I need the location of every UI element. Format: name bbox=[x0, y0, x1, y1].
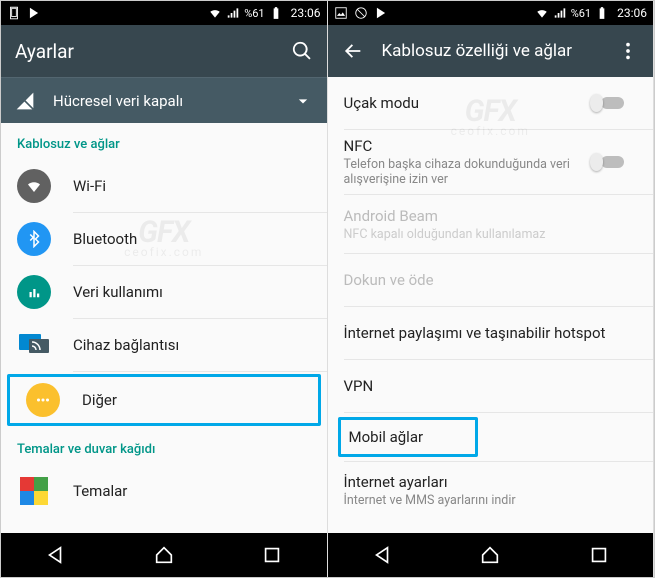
chevron-down-icon bbox=[293, 91, 313, 111]
row-label: Uçak modu bbox=[344, 94, 580, 112]
back-arrow-icon[interactable] bbox=[342, 40, 364, 62]
nav-back-icon[interactable] bbox=[371, 544, 393, 566]
screen-wireless-networks: %61 23:06 Kablosuz özelliği ve ağlar GFX… bbox=[328, 1, 655, 577]
settings-list: GFX ceofix.com Kablosuz ve ağlar Wi-Fi B… bbox=[1, 123, 327, 533]
battery-icon bbox=[595, 6, 609, 20]
row-sublabel: Telefon başka cihaza dokunduğunda veri a… bbox=[344, 157, 580, 187]
battery-icon bbox=[269, 6, 283, 20]
nav-bar bbox=[328, 533, 654, 577]
row-label: Temalar bbox=[73, 482, 311, 500]
nfc-toggle[interactable] bbox=[601, 153, 637, 171]
row-themes[interactable]: Temalar bbox=[1, 465, 327, 517]
status-time: 23:06 bbox=[291, 6, 321, 20]
cellular-off-icon bbox=[15, 91, 35, 111]
data-usage-icon bbox=[25, 283, 43, 301]
battery-percent: %61 bbox=[244, 7, 264, 20]
cellular-banner-title: Hücresel veri kapalı bbox=[53, 92, 275, 110]
signal-icon bbox=[553, 6, 567, 20]
row-label: İnternet paylaşımı ve taşınabilir hotspo… bbox=[344, 324, 638, 342]
battery-percent: %61 bbox=[571, 7, 591, 20]
row-label: Cihaz bağlantısı bbox=[73, 336, 311, 354]
wifi-icon bbox=[25, 177, 43, 195]
nav-home-icon[interactable] bbox=[479, 544, 501, 566]
appbar: Ayarlar bbox=[1, 25, 327, 77]
screen-settings-main: %61 23:06 Ayarlar Hücresel veri kapalı G… bbox=[1, 1, 328, 577]
status-time: 23:06 bbox=[617, 6, 647, 20]
status-bar: %61 23:06 bbox=[1, 1, 327, 25]
section-themes: Temalar ve duvar kağıdı bbox=[1, 428, 327, 465]
wifi-status-icon bbox=[208, 6, 222, 20]
appbar-title: Kablosuz özelliği ve ağlar bbox=[382, 41, 600, 61]
nav-home-icon[interactable] bbox=[153, 544, 175, 566]
airplane-toggle[interactable] bbox=[601, 94, 637, 112]
row-sublabel: İnternet ve MMS ayarlarını indir bbox=[344, 493, 638, 508]
row-android-beam: Android Beam NFC kapalı olduğundan kulla… bbox=[328, 195, 654, 253]
row-label: İnternet ayarları bbox=[344, 473, 638, 491]
themes-icon bbox=[18, 475, 50, 507]
wireless-list: GFX ceofix.com Uçak modu NFC Telefon baş… bbox=[328, 77, 654, 533]
row-mobile-networks[interactable]: Mobil ağlar bbox=[338, 417, 478, 457]
row-label: Bluetooth bbox=[73, 230, 311, 248]
wifi-status-icon bbox=[535, 6, 549, 20]
row-tap-pay: Dokun ve öde bbox=[328, 254, 654, 306]
appbar: Kablosuz özelliği ve ağlar bbox=[328, 25, 654, 77]
play-icon bbox=[27, 6, 41, 20]
row-airplane-mode[interactable]: Uçak modu bbox=[328, 77, 654, 129]
row-label: NFC bbox=[344, 137, 580, 155]
blocked-icon bbox=[354, 6, 368, 20]
row-more[interactable]: Diğer bbox=[7, 374, 321, 426]
row-data-usage[interactable]: Veri kullanımı bbox=[1, 266, 327, 318]
overflow-menu-icon[interactable] bbox=[617, 40, 639, 62]
status-bar: %61 23:06 bbox=[328, 1, 654, 25]
search-icon[interactable] bbox=[291, 40, 313, 62]
row-nfc[interactable]: NFC Telefon başka cihaza dokunduğunda ve… bbox=[328, 130, 654, 194]
row-label: Diğer bbox=[82, 391, 302, 409]
row-wifi[interactable]: Wi-Fi bbox=[1, 160, 327, 212]
bluetooth-icon bbox=[25, 230, 43, 248]
more-icon bbox=[34, 391, 52, 409]
row-sublabel: NFC kapalı olduğundan kullanılamaz bbox=[344, 227, 638, 242]
row-label: Wi-Fi bbox=[73, 177, 311, 195]
row-hotspot[interactable]: İnternet paylaşımı ve taşınabilir hotspo… bbox=[328, 307, 654, 359]
nav-bar bbox=[1, 533, 327, 577]
play-icon bbox=[374, 6, 388, 20]
row-bluetooth[interactable]: Bluetooth bbox=[1, 213, 327, 265]
row-internet-settings[interactable]: İnternet ayarları İnternet ve MMS ayarla… bbox=[328, 462, 654, 518]
signal-icon bbox=[226, 6, 240, 20]
nav-back-icon[interactable] bbox=[44, 544, 66, 566]
row-label: VPN bbox=[344, 377, 638, 395]
nav-recent-icon[interactable] bbox=[588, 544, 610, 566]
section-wireless: Kablosuz ve ağlar bbox=[1, 123, 327, 160]
phone-icon bbox=[7, 6, 21, 20]
row-device-connection[interactable]: Cihaz bağlantısı bbox=[1, 319, 327, 371]
cellular-data-banner[interactable]: Hücresel veri kapalı bbox=[1, 77, 327, 123]
image-icon bbox=[334, 6, 348, 20]
row-vpn[interactable]: VPN bbox=[328, 360, 654, 412]
row-label: Mobil ağlar bbox=[349, 428, 467, 446]
row-label: Android Beam bbox=[344, 207, 638, 225]
row-label: Veri kullanımı bbox=[73, 283, 311, 301]
appbar-title: Ayarlar bbox=[15, 40, 273, 63]
cast-icon bbox=[18, 333, 50, 357]
row-label: Dokun ve öde bbox=[344, 271, 638, 289]
nav-recent-icon[interactable] bbox=[261, 544, 283, 566]
